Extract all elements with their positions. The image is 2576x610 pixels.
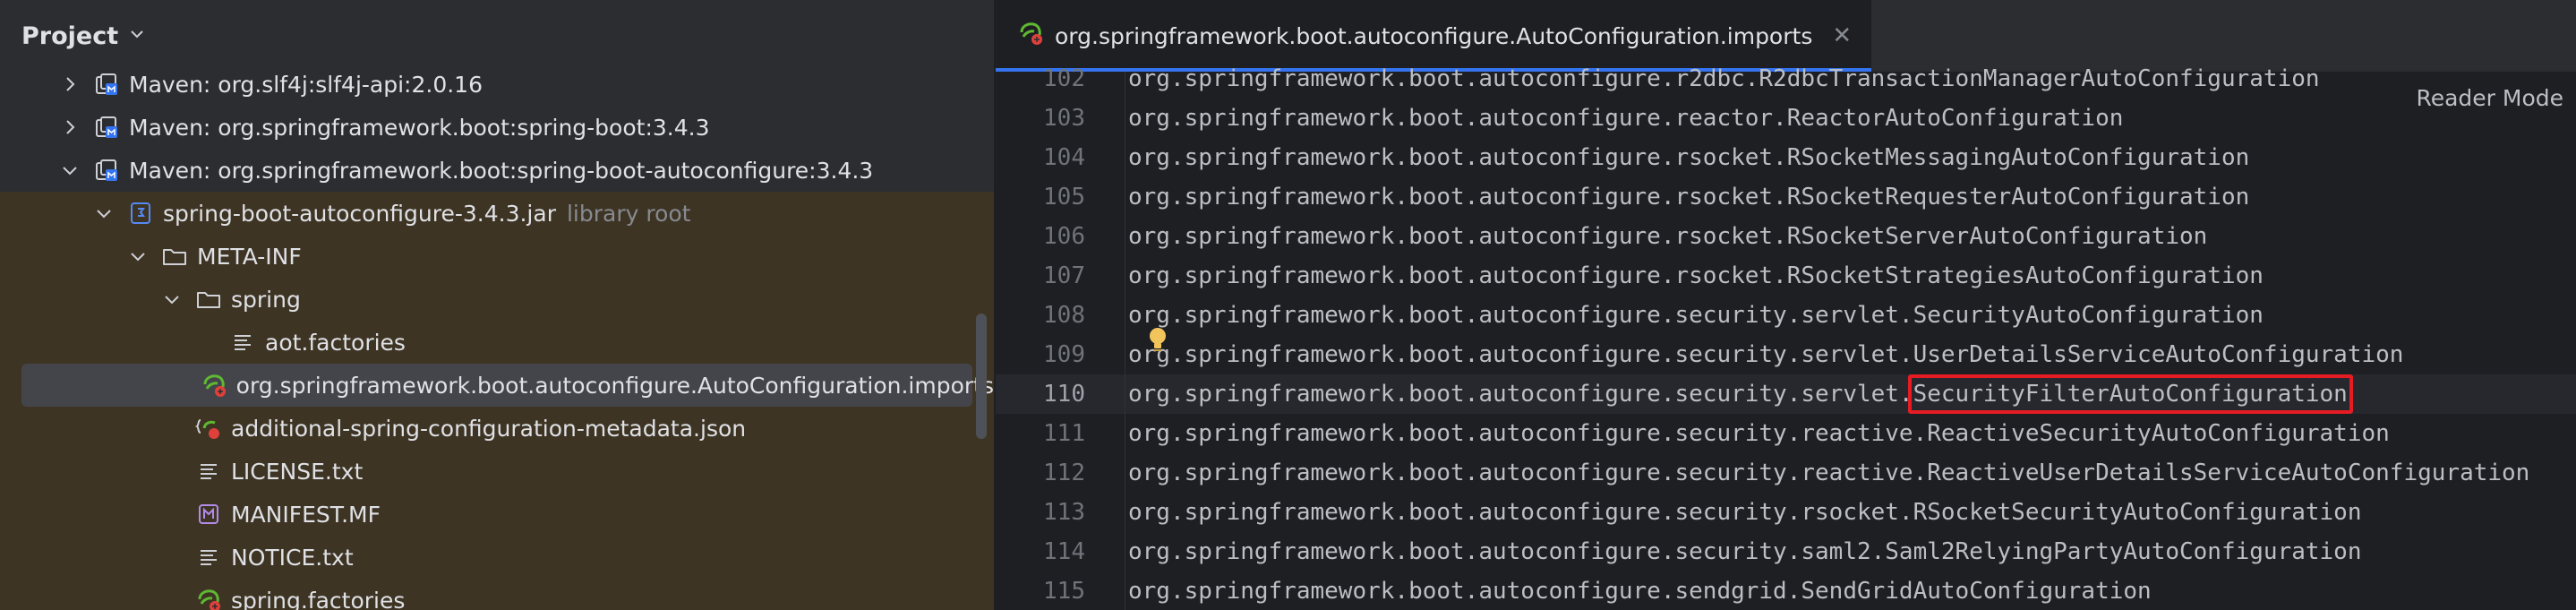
code-text: org.springframework.boot.autoconfigure.s… <box>1128 341 2404 368</box>
maven-library-icon <box>93 157 120 184</box>
text-file-icon <box>195 458 222 485</box>
tree-item[interactable]: Maven: org.springframework.boot:spring-b… <box>0 149 994 192</box>
tree-item-label: spring <box>231 286 301 313</box>
tree-item-label: org.springframework.boot.autoconfigure.A… <box>235 372 994 399</box>
line-number: 105 <box>1043 184 1085 210</box>
tree-item-label: META-INF <box>197 243 302 270</box>
code-line[interactable]: 105 org.springframework.boot.autoconfigur… <box>996 177 2576 217</box>
editor-area: org.springframework.boot.autoconfigure.A… <box>996 0 2576 610</box>
tree-item-label: Maven: org.springframework.boot:spring-b… <box>129 157 874 184</box>
highlight-annotation-box <box>1907 374 2353 414</box>
project-panel-title: Project <box>21 21 119 50</box>
tree-item[interactable]: LICENSE.txt <box>0 450 994 493</box>
code-editor[interactable]: 102 org.springframework.boot.autoconfigur… <box>996 65 2576 610</box>
line-number: 114 <box>1043 538 1085 565</box>
tree-item[interactable]: aot.factories <box>0 321 994 364</box>
code-line[interactable]: 108 org.springframework.boot.autoconfigur… <box>996 296 2576 335</box>
spring-file-icon <box>195 587 222 610</box>
code-text: org.springframework.boot.autoconfigure.s… <box>1128 460 2530 486</box>
tree-item-label: Maven: org.slf4j:slf4j-api:2.0.16 <box>129 71 483 98</box>
tree-item-label: spring-boot-autoconfigure-3.4.3.jar <box>163 200 556 227</box>
project-tool-window: Project Maven: org.slf4j:slf4j-api:2.0.1… <box>0 0 994 610</box>
tree-item-label: spring.factories <box>231 587 406 610</box>
code-text: org.springframework.boot.autoconfigure.s… <box>1128 499 2362 526</box>
tree-item[interactable]: NOTICE.txt <box>0 536 994 579</box>
chevron-down-icon[interactable] <box>129 26 145 46</box>
line-number: 106 <box>1043 223 1085 250</box>
spring-json-icon <box>195 415 222 442</box>
code-line[interactable]: 103 org.springframework.boot.autoconfigur… <box>996 99 2576 138</box>
line-number: 104 <box>1043 144 1085 171</box>
code-text: org.springframework.boot.autoconfigure.s… <box>1128 420 2390 447</box>
tree-item[interactable]: spring <box>0 278 994 321</box>
code-text: org.springframework.boot.autoconfigure.s… <box>1128 578 2152 605</box>
tree-item-label: MANIFEST.MF <box>231 501 381 528</box>
tree-item-hint: library root <box>566 200 691 227</box>
tree-item-label: Maven: org.springframework.boot:spring-b… <box>129 114 710 141</box>
code-text: org.springframework.boot.autoconfigure.r… <box>1128 223 2208 250</box>
chevron-down-icon[interactable] <box>127 245 149 267</box>
code-line[interactable]: 114 org.springframework.boot.autoconfigur… <box>996 532 2576 571</box>
line-number: 108 <box>1043 302 1085 329</box>
code-text: org.springframework.boot.autoconfigure.r… <box>1128 144 2250 171</box>
tree-item-label: LICENSE.txt <box>231 458 364 485</box>
folder-icon <box>161 243 188 270</box>
line-number: 109 <box>1043 341 1085 368</box>
code-line[interactable]: 106 org.springframework.boot.autoconfigur… <box>996 217 2576 256</box>
code-line[interactable]: 102 org.springframework.boot.autoconfigur… <box>996 59 2576 99</box>
close-icon[interactable]: ✕ <box>1832 22 1852 49</box>
maven-library-icon <box>93 71 120 98</box>
code-line[interactable]: 107 org.springframework.boot.autoconfigur… <box>996 256 2576 296</box>
folder-icon <box>195 286 222 313</box>
code-line[interactable]: 113 org.springframework.boot.autoconfigur… <box>996 493 2576 532</box>
tree-item[interactable]: Maven: org.slf4j:slf4j-api:2.0.16 <box>0 63 994 106</box>
project-panel-header[interactable]: Project <box>21 16 145 56</box>
spring-file-icon <box>201 372 227 399</box>
line-number: 107 <box>1043 262 1085 289</box>
line-number: 115 <box>1043 578 1085 605</box>
lightbulb-icon[interactable] <box>1146 326 1169 357</box>
code-line[interactable]: 111 org.springframework.boot.autoconfigur… <box>996 414 2576 453</box>
chevron-right-icon[interactable] <box>59 116 81 138</box>
text-file-icon <box>195 544 222 571</box>
code-line[interactable]: 115 org.springframework.boot.autoconfigur… <box>996 571 2576 610</box>
chevron-down-icon[interactable] <box>93 202 115 224</box>
tree-item[interactable]: MANIFEST.MF <box>0 493 994 536</box>
tree-item[interactable]: additional-spring-configuration-metadata… <box>0 407 994 450</box>
tree-item[interactable]: META-INF <box>0 235 994 278</box>
chevron-right-icon[interactable] <box>59 73 81 95</box>
tree-item-label: additional-spring-configuration-metadata… <box>231 415 747 442</box>
line-number: 112 <box>1043 460 1085 486</box>
tree-scrollbar[interactable] <box>976 314 987 439</box>
line-number: 113 <box>1043 499 1085 526</box>
line-number: 102 <box>1043 65 1085 92</box>
line-number: 103 <box>1043 105 1085 132</box>
chevron-down-icon[interactable] <box>59 159 81 181</box>
chevron-down-icon[interactable] <box>161 288 183 310</box>
code-line[interactable]: 104 org.springframework.boot.autoconfigur… <box>996 138 2576 177</box>
text-file-icon <box>229 329 256 356</box>
tab-title: org.springframework.boot.autoconfigure.A… <box>1055 22 1813 49</box>
code-text: org.springframework.boot.autoconfigure.r… <box>1128 184 2250 210</box>
tree-item[interactable]: org.springframework.boot.autoconfigure.A… <box>0 364 994 407</box>
tree-item[interactable]: spring.factories <box>0 579 994 610</box>
code-text: org.springframework.boot.autoconfigure.s… <box>1128 302 2264 329</box>
code-line[interactable]: 109 org.springframework.boot.autoconfigur… <box>996 335 2576 374</box>
jar-icon <box>127 200 154 227</box>
tree-item[interactable]: Maven: org.springframework.boot:spring-b… <box>0 106 994 149</box>
line-number: 110 <box>1043 381 1085 408</box>
tree-item-label: aot.factories <box>265 329 406 356</box>
code-text: org.springframework.boot.autoconfigure.r… <box>1128 65 2320 92</box>
code-text: org.springframework.boot.autoconfigure.r… <box>1128 105 2124 132</box>
code-line[interactable]: 112 org.springframework.boot.autoconfigur… <box>996 453 2576 493</box>
tree-item-label: NOTICE.txt <box>231 544 354 571</box>
spring-file-icon <box>1017 20 1044 52</box>
code-text: org.springframework.boot.autoconfigure.r… <box>1128 262 2264 289</box>
reader-mode-button[interactable]: Reader Mode <box>2403 82 2576 115</box>
manifest-icon <box>195 501 222 528</box>
code-text: org.springframework.boot.autoconfigure.s… <box>1128 538 2362 565</box>
maven-library-icon <box>93 114 120 141</box>
line-number: 111 <box>1043 420 1085 447</box>
tree-item[interactable]: spring-boot-autoconfigure-3.4.3.jar libra… <box>0 192 994 235</box>
